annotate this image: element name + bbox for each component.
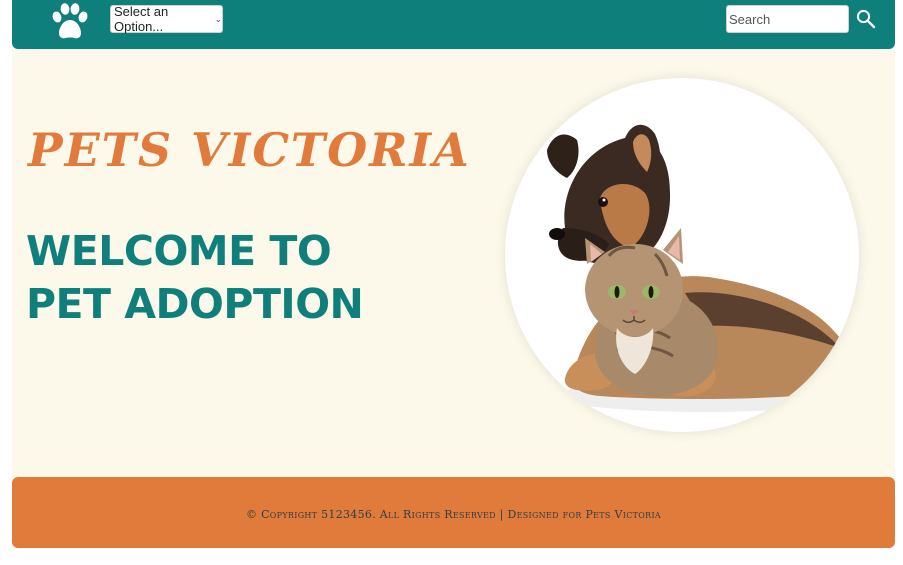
hero-section: Pets Victoria Welcome to Pet Adoption bbox=[12, 49, 895, 477]
chevron-down-icon: ⌄ bbox=[214, 13, 222, 24]
navbar: Select an Option... ⌄ bbox=[12, 0, 895, 49]
paw-icon[interactable] bbox=[48, 2, 92, 42]
copyright-text: © Copyright 5123456. All Rights Reserved… bbox=[245, 508, 661, 521]
footer: © Copyright 5123456. All Rights Reserved… bbox=[12, 477, 895, 548]
hero-photo-puppy-and-kitten bbox=[505, 78, 859, 432]
category-select[interactable]: Select an Option... ⌄ bbox=[110, 4, 223, 34]
puppy-kitten-illustration bbox=[547, 124, 855, 412]
brand-title: Pets Victoria bbox=[28, 123, 471, 177]
search-input[interactable] bbox=[726, 5, 849, 33]
welcome-heading: Welcome to Pet Adoption bbox=[26, 227, 364, 328]
select-value: Select an Option... bbox=[114, 4, 169, 34]
search-icon[interactable] bbox=[855, 8, 877, 30]
